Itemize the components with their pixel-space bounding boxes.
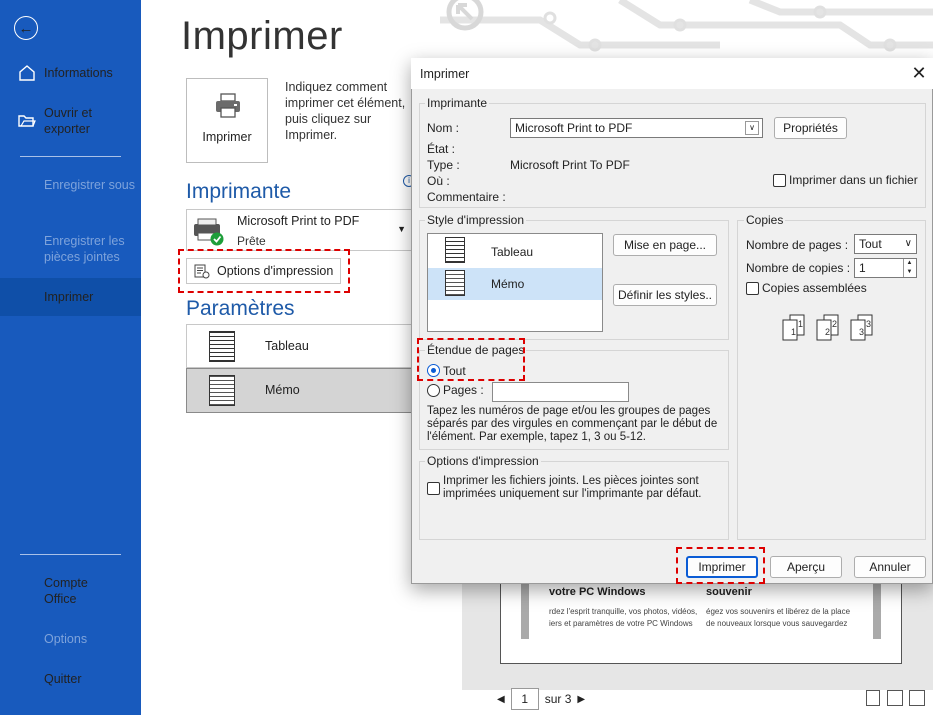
sidebar-item-informations[interactable]: Informations: [0, 65, 141, 81]
multi-page-icon[interactable]: [909, 690, 925, 706]
page-setup-button[interactable]: Mise en page...: [613, 234, 717, 256]
preview-heading: souvenir: [706, 586, 752, 598]
style-label: Mémo: [265, 383, 300, 397]
range-help-text: Tapez les numéros de page et/ou les grou…: [427, 405, 718, 443]
sidebar-item-save-attachments: Enregistrer les pièces jointes: [44, 234, 125, 264]
page-title: Imprimer: [181, 14, 343, 58]
printer-group-label: Imprimante: [425, 96, 490, 110]
svg-text:2: 2: [825, 327, 830, 337]
print-options-group-label: Options d'impression: [425, 454, 541, 468]
svg-text:3: 3: [859, 327, 864, 337]
chevron-down-icon: ∨: [904, 238, 912, 249]
collate-pages-icon: 11 22 33: [782, 314, 873, 341]
where-label: Où :: [427, 174, 450, 188]
sidebar-item-options: Options: [44, 632, 88, 646]
print-button-label: Imprimer: [202, 130, 252, 144]
copies-count-label: Nombre de copies :: [746, 261, 851, 275]
style-row-memo[interactable]: Mémo: [186, 368, 412, 413]
range-pages-radio[interactable]: [427, 384, 440, 397]
collate-checkbox[interactable]: [746, 282, 759, 295]
back-arrow-icon[interactable]: ←: [14, 16, 38, 40]
sidebar-item-office-account[interactable]: Compte Office: [0, 575, 120, 607]
printer-heading: Imprimante: [186, 180, 292, 203]
print-description: Indiquez comment imprimer cet élément, p…: [285, 80, 406, 142]
range-highlight-box: [417, 338, 525, 381]
svg-text:1: 1: [798, 319, 803, 329]
printer-status: Prête: [237, 234, 266, 248]
collate-label: Copies assemblées: [762, 281, 867, 295]
chevron-down-icon: ∨: [745, 121, 759, 135]
close-icon[interactable]: ✕: [908, 62, 930, 84]
page-total: sur 3: [544, 692, 572, 706]
print-to-file-label: Imprimer dans un fichier: [789, 173, 918, 187]
fit-page-icon[interactable]: [887, 690, 903, 706]
style-row-table[interactable]: Tableau: [186, 324, 412, 368]
chevron-down-icon: ▼: [397, 224, 406, 234]
circuit-decoration: [440, 0, 933, 52]
printer-name: Microsoft Print to PDF: [237, 214, 360, 228]
sidebar-item-print[interactable]: Imprimer: [0, 278, 141, 316]
page-number-input[interactable]: 1: [510, 688, 539, 710]
options-highlight-box: [178, 249, 350, 293]
sidebar-item-save-as: Enregistrer sous: [44, 178, 136, 192]
style-label: Tableau: [491, 245, 534, 259]
range-pages-label: Pages :: [443, 383, 484, 397]
sidebar-item-quit[interactable]: Quitter: [0, 671, 141, 687]
name-label: Nom :: [427, 121, 460, 135]
prev-page-icon[interactable]: ◀: [497, 694, 505, 705]
style-list-item-table[interactable]: Tableau: [428, 234, 602, 268]
printer-select[interactable]: Microsoft Print to PDF Prête ▼: [186, 209, 412, 251]
print-to-file-checkbox[interactable]: [773, 174, 786, 187]
cancel-button[interactable]: Annuler: [854, 556, 926, 578]
actual-size-icon[interactable]: [866, 690, 880, 706]
dialog-title: Imprimer: [420, 67, 470, 81]
sidebar-divider: [20, 554, 121, 555]
printer-icon: [216, 93, 240, 118]
type-value: Microsoft Print To PDF: [510, 158, 630, 172]
style-label: Mémo: [491, 277, 525, 291]
spin-up-icon[interactable]: ▲: [903, 259, 915, 268]
print-attachments-checkbox[interactable]: [427, 482, 440, 495]
properties-button[interactable]: Propriétés: [774, 117, 847, 139]
copies-group-label: Copies: [744, 213, 786, 227]
style-list-item-memo[interactable]: Mémo: [428, 268, 602, 300]
state-label: État :: [427, 142, 456, 156]
dialog-titlebar: Imprimer: [411, 58, 933, 89]
printer-name-select[interactable]: Microsoft Print to PDF ∨: [510, 118, 763, 138]
preview-text: égez vos souvenirs et libérez de la plac…: [706, 607, 851, 628]
table-style-icon: [209, 331, 235, 362]
print-style-group-label: Style d'impression: [425, 213, 526, 227]
sidebar-item-open-export[interactable]: Ouvrir et exporter: [0, 105, 141, 137]
comment-label: Commentaire :: [427, 190, 506, 204]
preview-button[interactable]: Aperçu: [770, 556, 842, 578]
print-highlight-box: [676, 547, 765, 584]
define-styles-button[interactable]: Définir les styles..: [613, 284, 717, 306]
preview-heading: votre PC Windows: [549, 586, 646, 598]
svg-text:1: 1: [791, 327, 796, 337]
pages-count-select[interactable]: Tout ∨: [854, 234, 917, 254]
copies-count-stepper[interactable]: 1 ▲ ▼: [854, 258, 917, 278]
page-navigator: ◀ 1 sur 3 ▶: [497, 687, 585, 711]
table-style-icon: [445, 237, 465, 263]
printer-status-icon: [194, 218, 224, 246]
pages-count-label: Nombre de pages :: [746, 238, 849, 252]
memo-style-icon: [209, 375, 235, 406]
svg-text:3: 3: [866, 319, 871, 329]
spin-down-icon[interactable]: ▼: [903, 268, 915, 277]
range-pages-input[interactable]: [492, 382, 629, 402]
print-button-large[interactable]: Imprimer: [186, 78, 268, 163]
print-attachments-label: Imprimer les fichiers joints. Les pièces…: [443, 475, 702, 500]
type-label: Type :: [427, 158, 460, 172]
memo-style-icon: [445, 270, 465, 296]
preview-text: rdez l'esprit tranquille, vos photos, vi…: [549, 607, 698, 628]
next-page-icon[interactable]: ▶: [577, 694, 585, 705]
pages-count-value: Tout: [859, 237, 882, 251]
printer-name-value: Microsoft Print to PDF: [515, 121, 633, 135]
settings-heading: Paramètres: [186, 297, 295, 320]
svg-text:2: 2: [832, 319, 837, 329]
style-label: Tableau: [265, 339, 309, 353]
sidebar-divider: [20, 156, 121, 157]
copies-count-value: 1: [859, 261, 866, 275]
